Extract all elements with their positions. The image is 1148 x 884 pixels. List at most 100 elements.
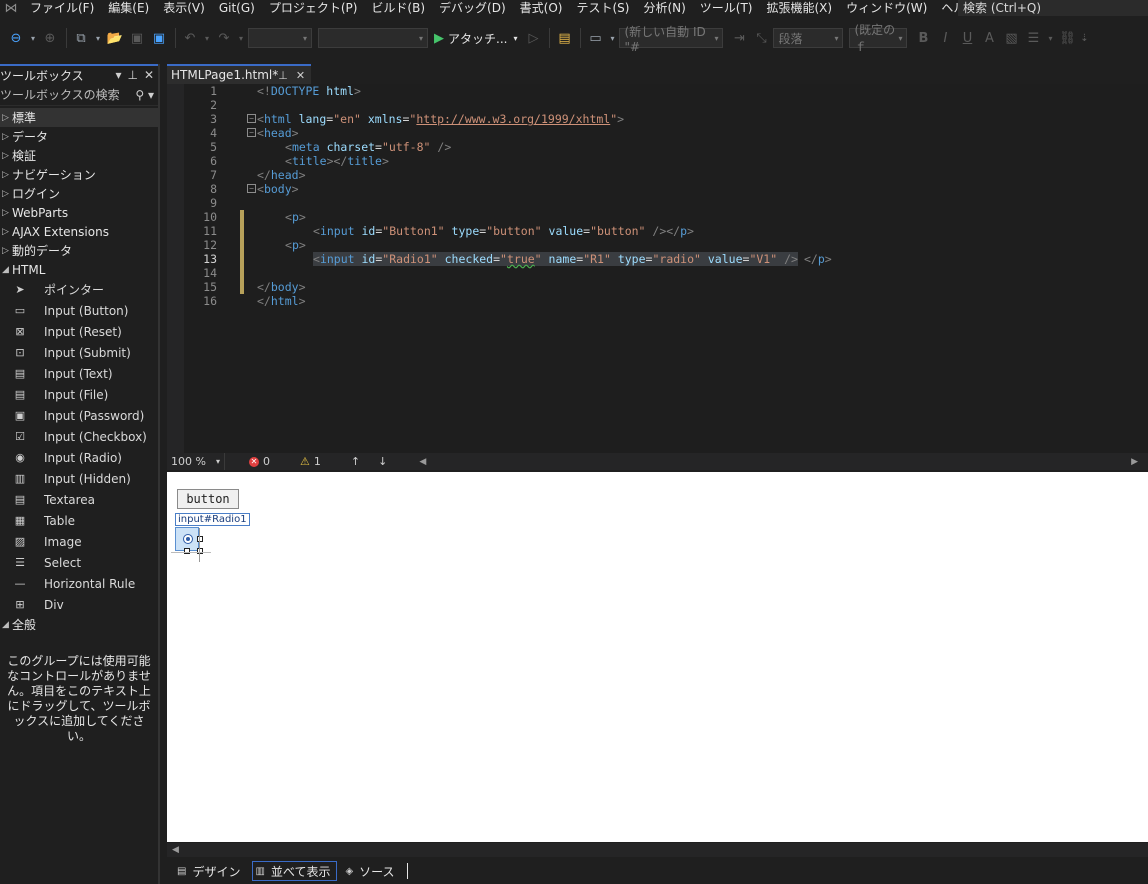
back-icon[interactable]: ⊖ bbox=[6, 28, 26, 48]
toolbox-item[interactable]: ▤ Input (File) bbox=[0, 384, 158, 405]
menu-item[interactable]: ツール(T) bbox=[693, 0, 760, 16]
undo-icon[interactable]: ↶ bbox=[180, 28, 200, 48]
layout-icon[interactable]: ▭ bbox=[585, 28, 605, 48]
toolbox-item[interactable]: ☰ Select bbox=[0, 552, 158, 573]
toolbox-item[interactable]: ▤ Input (Text) bbox=[0, 363, 158, 384]
italic-button[interactable]: I bbox=[935, 28, 955, 48]
dropdown-arrow-icon[interactable]: ▾ bbox=[236, 28, 246, 48]
link-icon[interactable]: ⛓ bbox=[1057, 28, 1077, 48]
dropdown-arrow-icon[interactable]: ▾ bbox=[115, 68, 121, 82]
config-dropdown[interactable]: ▾ bbox=[248, 28, 312, 48]
next-issue-icon[interactable]: ↓ bbox=[378, 455, 387, 468]
menu-item[interactable]: テスト(S) bbox=[569, 0, 636, 16]
menu-item[interactable]: デバッグ(D) bbox=[432, 0, 513, 16]
save-all-icon[interactable]: ▣ bbox=[149, 28, 169, 48]
paragraph-dropdown[interactable]: 段落 ▾ bbox=[773, 28, 844, 48]
toolbox-group[interactable]: ▷ ナビゲーション bbox=[0, 165, 158, 184]
menu-item[interactable]: 分析(N) bbox=[636, 0, 692, 16]
underline-button[interactable]: U bbox=[957, 28, 977, 48]
expand-arrow-icon[interactable]: ▷ bbox=[0, 189, 12, 199]
resize-handle[interactable] bbox=[184, 548, 190, 554]
fold-toggle-icon[interactable]: − bbox=[247, 128, 256, 137]
tab-design[interactable]: ▤ デザイン bbox=[175, 861, 246, 881]
font-dropdown[interactable]: (既定のｆ ▾ bbox=[849, 23, 908, 54]
scroll-right-icon[interactable]: ▶ bbox=[1131, 457, 1138, 467]
toolbox-item[interactable]: ▣ Input (Password) bbox=[0, 405, 158, 426]
expand-arrow-icon[interactable]: ▷ bbox=[0, 151, 12, 161]
toolbox-group[interactable]: ▷ WebParts bbox=[0, 203, 158, 222]
tab-split[interactable]: ▥ 並べて表示 bbox=[252, 861, 338, 881]
close-icon[interactable]: ✕ bbox=[144, 68, 154, 82]
block-format-dropdown[interactable]: (新しい自動 ID "# ▾ bbox=[619, 25, 724, 54]
forward-icon[interactable]: ⊕ bbox=[40, 28, 60, 48]
resize-handle[interactable] bbox=[197, 536, 203, 542]
design-surface[interactable]: button input#Radio1 bbox=[167, 472, 1148, 842]
design-scrollbar[interactable]: ◀ bbox=[167, 843, 1148, 857]
folder-view-icon[interactable]: ▤ bbox=[554, 28, 574, 48]
pin-icon[interactable]: ⊥ bbox=[278, 69, 288, 82]
save-icon[interactable]: ▣ bbox=[127, 28, 147, 48]
scroll-left-icon[interactable]: ◀ bbox=[172, 845, 179, 855]
indent-icon[interactable]: ⇥ bbox=[729, 28, 749, 48]
menu-item[interactable]: プロジェクト(P) bbox=[262, 0, 365, 16]
collapse-arrow-icon[interactable]: ◢ bbox=[0, 620, 12, 630]
tab-source[interactable]: ◈ ソース bbox=[343, 861, 400, 881]
toolbox-item[interactable]: ⊠ Input (Reset) bbox=[0, 321, 158, 342]
search-input[interactable]: 検索 (Ctrl+Q) bbox=[958, 0, 1148, 16]
open-folder-icon[interactable]: 📂 bbox=[105, 28, 125, 48]
menu-item[interactable]: 編集(E) bbox=[101, 0, 156, 16]
error-count[interactable]: ✕ 0 bbox=[249, 455, 270, 468]
collapse-arrow-icon[interactable]: ◢ bbox=[0, 265, 12, 275]
toolbox-item[interactable]: ⊡ Input (Submit) bbox=[0, 342, 158, 363]
toolbox-item[interactable]: — Horizontal Rule bbox=[0, 573, 158, 594]
toolbox-group[interactable]: ▷ 検証 bbox=[0, 146, 158, 165]
attach-button[interactable]: ▶ アタッチ... ▾ bbox=[434, 30, 517, 47]
toolbox-item[interactable]: ◉ Input (Radio) bbox=[0, 447, 158, 468]
expand-arrow-icon[interactable]: ▷ bbox=[0, 227, 12, 237]
scroll-left-icon[interactable]: ◀ bbox=[419, 457, 426, 467]
dropdown-arrow-icon[interactable]: ▾ bbox=[93, 28, 103, 48]
menu-item[interactable]: ビルド(B) bbox=[364, 0, 432, 16]
resize-handle[interactable] bbox=[197, 548, 203, 554]
close-icon[interactable]: ✕ bbox=[296, 69, 305, 82]
toolbox-search-input[interactable]: ツールボックスの検索 ⚲ ▾ bbox=[0, 84, 158, 106]
pin-icon[interactable]: ⊥ bbox=[127, 68, 137, 82]
expand-arrow-icon[interactable]: ▷ bbox=[0, 246, 12, 256]
menu-item[interactable]: ファイル(F) bbox=[22, 0, 101, 16]
platform-dropdown[interactable]: ▾ bbox=[318, 28, 428, 48]
toolbox-item[interactable]: ▭ Input (Button) bbox=[0, 300, 158, 321]
toolbox-group[interactable]: ▷ 動的データ bbox=[0, 241, 158, 260]
toolbox-group[interactable]: ▷ ログイン bbox=[0, 184, 158, 203]
design-button-preview[interactable]: button bbox=[177, 489, 239, 509]
expand-arrow-icon[interactable]: ▷ bbox=[0, 170, 12, 180]
toolbox-item[interactable]: ▨ Image bbox=[0, 531, 158, 552]
previous-issue-icon[interactable]: ↑ bbox=[351, 455, 360, 468]
toolbox-group[interactable]: ▷ データ bbox=[0, 127, 158, 146]
toolbox-group[interactable]: ▷ AJAX Extensions bbox=[0, 222, 158, 241]
menu-item[interactable]: Git(G) bbox=[212, 0, 262, 16]
warning-count[interactable]: ⚠ 1 bbox=[300, 455, 321, 468]
run-without-debug-icon[interactable]: ▷ bbox=[523, 28, 543, 48]
dropdown-arrow-icon[interactable]: ▾ bbox=[607, 28, 617, 48]
visual-studio-logo-icon[interactable]: ⋈ bbox=[0, 0, 22, 16]
dropdown-arrow-icon[interactable]: ▾ bbox=[202, 28, 212, 48]
resize-icon[interactable]: ⤡ bbox=[751, 28, 771, 48]
code-editor[interactable]: 1 2 3 4 5 6 7 8 9 10 11 12 13 14 15 16 <!DOCTYPE html> … bbox=[167, 84, 1148, 453]
dropdown-arrow-icon[interactable]: ▾ bbox=[1045, 28, 1055, 48]
toolbox-group-general[interactable]: ◢ 全般 bbox=[0, 615, 158, 634]
menu-item[interactable]: 表示(V) bbox=[156, 0, 212, 16]
toolbox-group-html[interactable]: ◢ HTML bbox=[0, 260, 158, 279]
align-icon[interactable]: ☰ bbox=[1023, 28, 1043, 48]
zoom-dropdown[interactable]: 100 % ▾ bbox=[167, 453, 225, 470]
toolbox-item[interactable]: ▤ Textarea bbox=[0, 489, 158, 510]
menu-item[interactable]: ウィンドウ(W) bbox=[839, 0, 934, 16]
toolbar-overflow-icon[interactable]: ⇣ bbox=[1079, 28, 1089, 48]
menu-item[interactable]: 書式(O) bbox=[513, 0, 570, 16]
expand-arrow-icon[interactable]: ▷ bbox=[0, 132, 12, 142]
toolbox-item[interactable]: ▥ Input (Hidden) bbox=[0, 468, 158, 489]
radio-preview[interactable] bbox=[183, 534, 193, 544]
toolbox-group[interactable]: ▷ 標準 bbox=[0, 108, 158, 127]
toolbox-item[interactable]: ⊞ Div bbox=[0, 594, 158, 615]
highlight-icon[interactable]: ▧ bbox=[1001, 28, 1021, 48]
search-icon[interactable]: ⚲ ▾ bbox=[135, 88, 154, 102]
